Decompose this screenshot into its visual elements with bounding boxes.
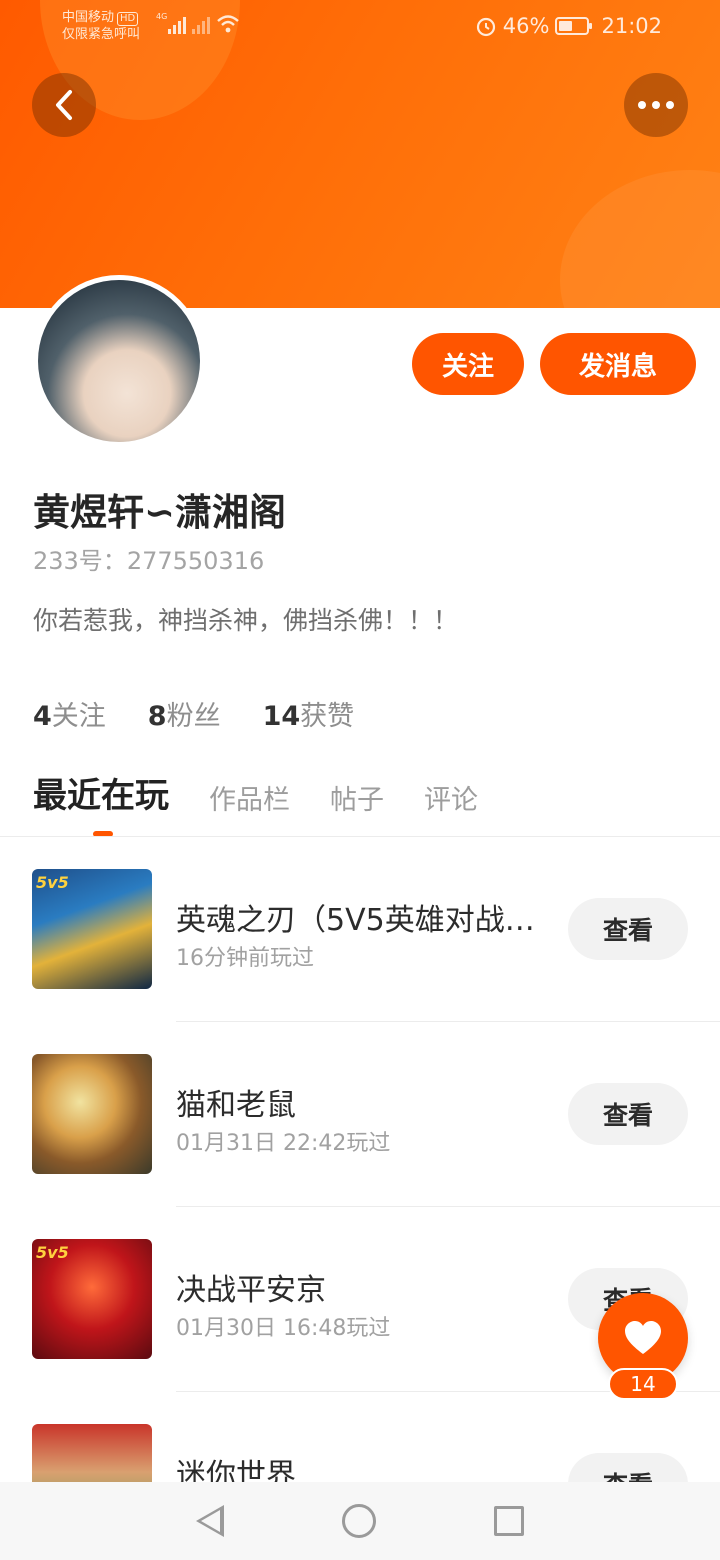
tab-recently-played[interactable]: 最近在玩 bbox=[33, 768, 169, 837]
back-button[interactable] bbox=[32, 73, 96, 137]
more-icon bbox=[638, 101, 674, 109]
stat-value: 4 bbox=[33, 701, 52, 732]
list-item[interactable]: 猫和老鼠 01月31日 22:42玩过 查看 bbox=[0, 1022, 720, 1207]
wifi-icon bbox=[217, 15, 239, 33]
chevron-left-icon bbox=[56, 90, 72, 120]
game-icon[interactable] bbox=[32, 1424, 152, 1482]
game-icon[interactable] bbox=[32, 1054, 152, 1174]
game-title: 英魂之刃（5V5英雄对战… bbox=[176, 903, 535, 938]
clock: 21:02 bbox=[601, 14, 662, 38]
battery-icon bbox=[555, 17, 593, 35]
stat-value: 8 bbox=[147, 701, 167, 732]
stat-likes[interactable]: 14获赞 bbox=[263, 694, 355, 733]
carrier-info: 中国移动 HD 仅限紧急呼叫 bbox=[62, 9, 140, 43]
list-item[interactable]: 迷你世界 查看 bbox=[0, 1392, 720, 1482]
signal-icon bbox=[192, 17, 210, 34]
game-title: 迷你世界 bbox=[176, 1458, 296, 1482]
game-icon[interactable]: 5v5 bbox=[32, 1239, 152, 1359]
game-badge: 5v5 bbox=[36, 873, 69, 892]
hd-badge: HD bbox=[117, 12, 139, 26]
game-badge: 5v5 bbox=[36, 1243, 69, 1262]
tab-posts[interactable]: 帖子 bbox=[330, 778, 384, 827]
avatar-image bbox=[38, 280, 200, 442]
view-button[interactable]: 查看 bbox=[568, 898, 688, 960]
game-play-time: 01月30日 16:48玩过 bbox=[176, 1316, 391, 1341]
stat-value: 14 bbox=[262, 701, 301, 732]
game-play-time: 16分钟前玩过 bbox=[176, 946, 314, 971]
profile-tabs: 最近在玩 作品栏 帖子 评论 bbox=[33, 768, 478, 837]
network-type: 4G bbox=[156, 12, 168, 21]
user-bio: 你若惹我，神挡杀神，佛挡杀佛！！！ bbox=[33, 606, 459, 635]
nav-recents-icon[interactable] bbox=[494, 1506, 524, 1536]
like-count-badge: 14 bbox=[608, 1368, 678, 1400]
emergency-text: 仅限紧急呼叫 bbox=[62, 27, 141, 42]
carrier-name: 中国移动 bbox=[62, 10, 115, 25]
game-title: 决战平安京 bbox=[176, 1273, 326, 1308]
user-id: 233号：277550316 bbox=[33, 541, 264, 576]
stat-following[interactable]: 4关注 bbox=[33, 694, 106, 733]
status-right: 46% 21:02 bbox=[475, 14, 662, 38]
more-button[interactable] bbox=[624, 73, 688, 137]
tab-comments[interactable]: 评论 bbox=[424, 778, 478, 827]
stat-label: 关注 bbox=[51, 701, 106, 732]
banner-decoration bbox=[560, 170, 720, 308]
game-title: 猫和老鼠 bbox=[176, 1088, 296, 1123]
user-id-value: 277550316 bbox=[126, 547, 265, 575]
user-name: 黄煜轩∽潇湘阁 bbox=[33, 491, 287, 534]
stat-label: 粉丝 bbox=[166, 701, 221, 732]
view-button[interactable]: 查看 bbox=[568, 1453, 688, 1482]
view-button[interactable]: 查看 bbox=[568, 1083, 688, 1145]
message-button[interactable]: 发消息 bbox=[540, 333, 696, 395]
tab-works[interactable]: 作品栏 bbox=[209, 778, 290, 827]
status-bar: 中国移动 HD 仅限紧急呼叫 4G 46% 21:02 bbox=[0, 0, 720, 58]
heart-icon bbox=[625, 1321, 661, 1354]
stat-followers[interactable]: 8粉丝 bbox=[148, 694, 221, 733]
signal-icon bbox=[168, 17, 186, 34]
avatar[interactable] bbox=[33, 275, 205, 447]
user-stats: 4关注 8粉丝 14获赞 bbox=[33, 694, 354, 733]
battery-percent: 46% bbox=[502, 14, 550, 38]
follow-button[interactable]: 关注 bbox=[412, 333, 524, 395]
alarm-icon bbox=[476, 17, 495, 37]
game-play-time: 01月31日 22:42玩过 bbox=[176, 1131, 391, 1156]
game-icon[interactable]: 5v5 bbox=[32, 869, 152, 989]
user-id-label: 233号： bbox=[33, 547, 127, 575]
system-nav-bar bbox=[0, 1482, 720, 1560]
list-item[interactable]: 5v5 英魂之刃（5V5英雄对战… 16分钟前玩过 查看 bbox=[0, 837, 720, 1022]
network-indicator: 4G bbox=[156, 12, 240, 34]
stat-label: 获赞 bbox=[300, 701, 355, 732]
nav-home-icon[interactable] bbox=[342, 1504, 376, 1538]
nav-back-icon[interactable] bbox=[196, 1505, 224, 1537]
